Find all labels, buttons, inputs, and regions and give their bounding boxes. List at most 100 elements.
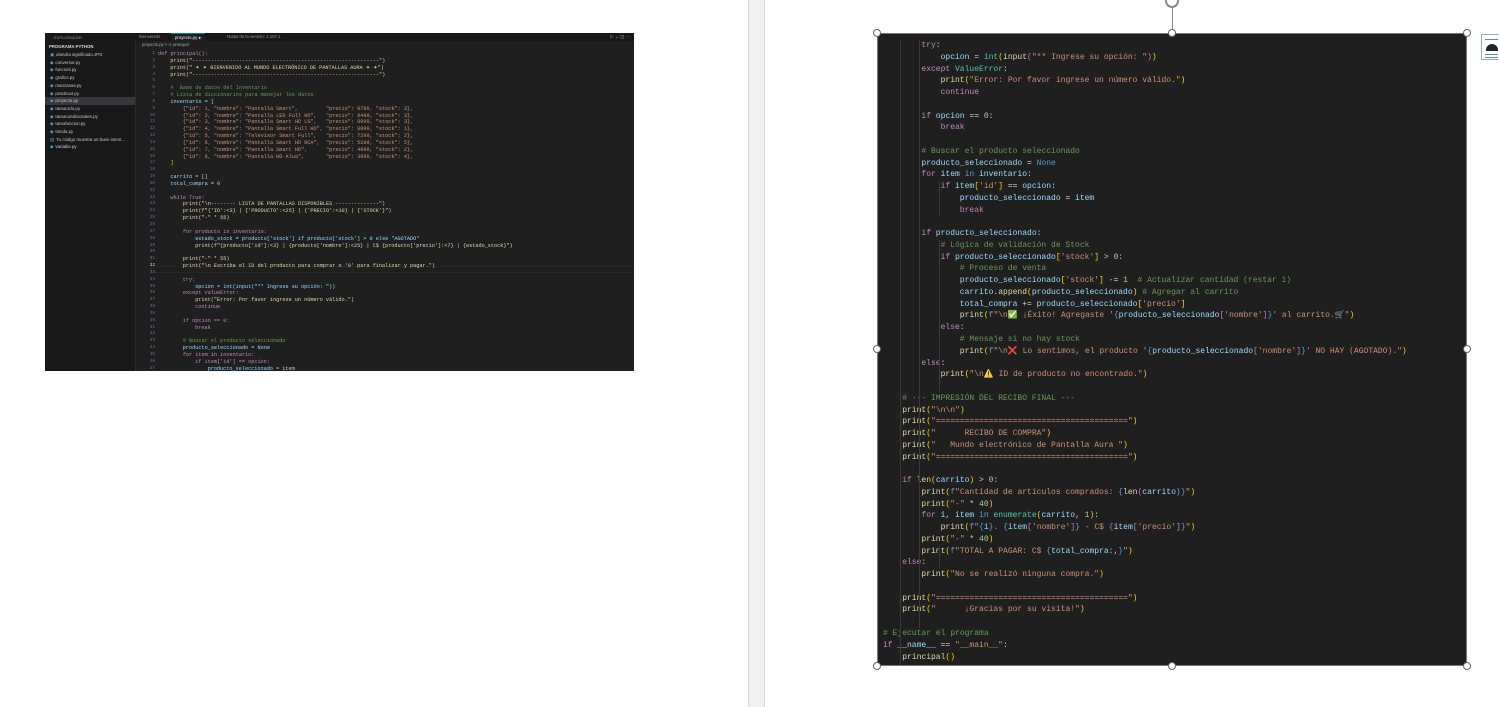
resize-handle[interactable] <box>873 345 881 353</box>
code-token: print <box>921 570 946 580</box>
line-number: 7 <box>152 92 155 98</box>
explorer-file-item[interactable]: ◆ tareafuncion.py <box>45 120 135 128</box>
code-token: 'id' <box>979 182 999 192</box>
code-token: : <box>1003 64 1008 74</box>
code-token: opcion <box>940 52 970 62</box>
code-token: print <box>921 487 946 497</box>
code-line: print(" ¡Gracias por su visita!") <box>902 604 1084 615</box>
code-token: in <box>959 170 979 180</box>
code-token: opcion <box>935 111 965 121</box>
line-number: 37 <box>149 297 155 303</box>
code-line: print("Error: Por favor ingrese un númer… <box>941 75 1186 86</box>
code-token: inventario <box>979 170 1028 180</box>
line-number: 18 <box>149 167 155 173</box>
code-token: len <box>1123 487 1138 497</box>
code-token: " Mundo electrónico de Pantalla Aura " <box>931 440 1124 450</box>
explorer-file-item[interactable]: ◆ manzanas.py <box>45 82 135 90</box>
resize-handle[interactable] <box>1463 29 1471 37</box>
code-token: total_compra <box>959 299 1018 309</box>
explorer-file-item[interactable]: ◆ conversor.py <box>45 59 135 67</box>
explorer-file-item[interactable]: ◆ practica4.py <box>45 90 135 98</box>
code-token: # Mensaje si no hay stock <box>959 335 1080 344</box>
code-line: else: <box>941 322 965 333</box>
line-number: 25 <box>149 215 155 221</box>
code-token: try <box>921 41 936 50</box>
code-token: # Actualizar cantidad (restar 1) <box>1127 276 1292 286</box>
line-number: 32 <box>149 263 155 269</box>
explorer-file-item[interactable]: ◆ proyecto.py <box>45 97 135 105</box>
code-token: "=======================================… <box>931 417 1133 427</box>
editor-tab[interactable]: Notas de la versión: 1.107.1 <box>223 33 285 41</box>
layout-options-button[interactable] <box>1481 34 1499 60</box>
explorer-file-item[interactable]: ◆ tienda.py <box>45 128 135 136</box>
explorer-file-item[interactable]: ◆ funcionl.py <box>45 66 135 74</box>
explorer-file-item[interactable]: ◆ tareaciclo.py <box>45 105 135 113</box>
code-line: producto_seleccionado = None <box>921 158 1055 169</box>
code-line: if producto_seleccionado['stock'] > 0: <box>941 252 1124 263</box>
code-token: print <box>921 499 946 509</box>
code-line: print(" Mundo electrónico de Pantalla Au… <box>902 440 1128 451</box>
code-token: : <box>935 41 941 50</box>
resize-handle[interactable] <box>1168 662 1176 670</box>
code-token: ) <box>1190 523 1196 533</box>
code-token: 'stock' <box>1060 252 1095 262</box>
code-screenshot-image[interactable]: try: opcion = int(input("** Ingrese su op… <box>877 33 1467 666</box>
resize-handle[interactable] <box>873 662 881 670</box>
code-line: print("Error: Por favor ingrese un númer… <box>195 297 354 304</box>
code-line: try: <box>182 276 196 283</box>
code-token: "\n✅ ¡Éxito! Agregaste ' <box>993 311 1114 321</box>
resize-handle[interactable] <box>1168 29 1176 37</box>
line-number: 5 <box>152 78 155 84</box>
code-line: print(" ✦ ✦ BIENVENIDO AL MUNDO ELECTRÓN… <box>170 64 384 71</box>
code-token: "\n\n" <box>931 405 960 415</box>
explorer-header: EXPLORADOR <box>54 35 82 40</box>
python-icon: ◆ <box>50 90 54 96</box>
explorer-file-item[interactable]: ◆ grafico.py <box>45 74 135 82</box>
explorer-file-item[interactable]: ◆ tareacondicionales.py <box>45 113 135 121</box>
code-line: producto_seleccionado['stock'] -= 1 # Ac… <box>960 275 1291 286</box>
file-name: tareafuncion.py <box>55 121 86 127</box>
resize-handle[interactable] <box>1463 662 1471 670</box>
code-line: print("\n Escriba el ID del producto par… <box>182 263 435 270</box>
code-token: ) <box>1132 417 1138 427</box>
explorer-file-item[interactable]: ◆ variable.py <box>45 143 135 151</box>
code-line: print("---------------------------------… <box>170 57 386 64</box>
code-token: == <box>1003 182 1023 192</box>
explorer-file-item[interactable]: ▤ Tu código muestra un buen intent... <box>45 136 135 144</box>
editor-tab[interactable]: Bienvenido <box>135 33 164 41</box>
code-token: : <box>1003 640 1008 650</box>
code-line: carrito = [] <box>170 174 208 181</box>
code-token: () <box>945 652 956 662</box>
code-token: continue <box>940 88 979 98</box>
code-token: : <box>921 558 927 568</box>
code-token: = <box>969 52 984 62</box>
resize-handle[interactable] <box>873 29 881 37</box>
editor-tab[interactable]: proyecto.py ● <box>171 33 206 41</box>
code-token: ) <box>1123 440 1128 450</box>
code-token: == <box>935 640 956 650</box>
file-name: alondra significado.JPG <box>56 52 103 57</box>
code-token: -= <box>1103 276 1124 286</box>
code-token: : <box>988 111 994 121</box>
line-number: 43 <box>149 338 155 344</box>
code-token: 'nombre' <box>1257 346 1297 356</box>
file-name: tareacondicionales.py <box>55 113 98 119</box>
code-token: if <box>940 182 955 192</box>
code-token: ) <box>1099 570 1104 580</box>
code-token: else <box>940 323 960 333</box>
code-line: print(f"{'ID':<3} | {'PRODUCTO':<25} | {… <box>182 208 392 215</box>
code-token: # --- IMPRESIÓN DEL RECIBO FINAL --- <box>902 393 1076 403</box>
code-line: print("=================================… <box>902 416 1137 427</box>
line-number: 41 <box>149 324 155 330</box>
vscode-screenshot-image[interactable]: EXPLORADOR PROGRAMA PYTHON ▣ alondra sign… <box>45 33 634 371</box>
code-line: # Buscar el producto seleccionado <box>921 146 1079 157</box>
explorer-file-item[interactable]: ▣ alondra significado.JPG <box>45 51 135 59</box>
code-line: continue <box>941 87 979 98</box>
code-line: except ValueError: <box>182 290 239 297</box>
resize-handle[interactable] <box>1463 345 1471 353</box>
code-line: print("=================================… <box>902 593 1137 604</box>
code-line: for producto in inventario: <box>182 228 267 235</box>
code-token: producto_seleccionado <box>935 229 1037 239</box>
file-name: tareaciclo.py <box>55 105 81 111</box>
image-icon: ▣ <box>50 52 55 57</box>
